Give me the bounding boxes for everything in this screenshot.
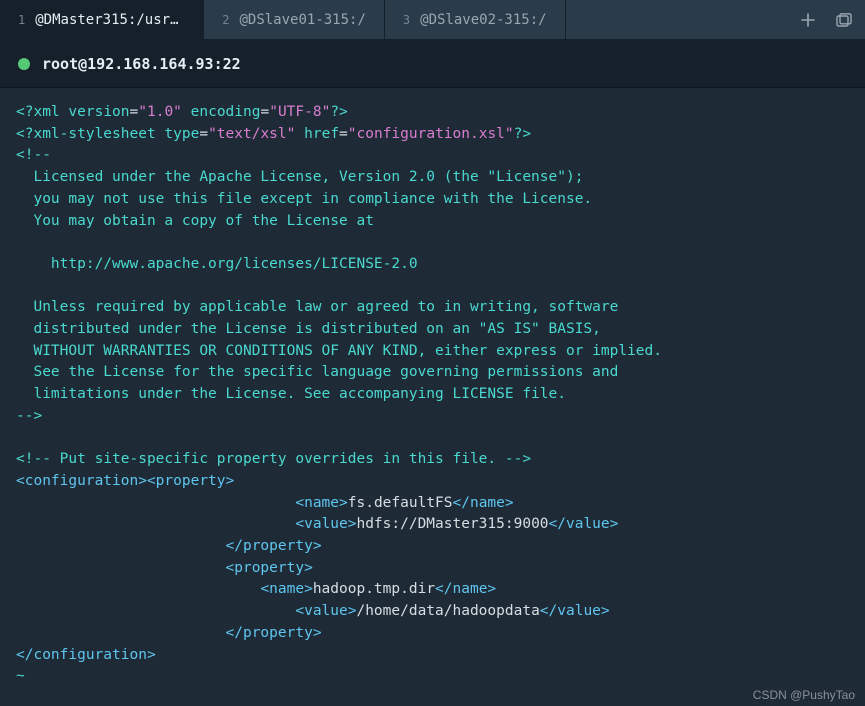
code-line: <?xml-stylesheet type="text/xsl" href="c… xyxy=(16,126,531,142)
session-host: root@192.168.164.93:22 xyxy=(42,55,241,73)
tab-2[interactable]: 2 @DSlave01-315:/ xyxy=(204,0,385,39)
comment-close: --> xyxy=(16,408,42,424)
tabs-overview-button[interactable] xyxy=(833,9,855,31)
comment-open: <!-- xyxy=(16,147,51,163)
license-line: distributed under the License is distrib… xyxy=(16,321,601,337)
code-line: </property> xyxy=(16,625,322,641)
tab-1[interactable]: 1 @DMaster315:/usr/loc... xyxy=(0,0,204,39)
window-icon xyxy=(836,13,852,27)
status-indicator xyxy=(18,58,30,70)
vim-empty-line: ~ xyxy=(16,668,25,684)
license-line: Licensed under the Apache License, Versi… xyxy=(16,169,583,185)
tab-index: 1 xyxy=(18,13,25,27)
site-comment: <!-- Put site-specific property override… xyxy=(16,451,531,467)
license-line: http://www.apache.org/licenses/LICENSE-2… xyxy=(16,256,418,272)
tab-3[interactable]: 3 @DSlave02-315:/ xyxy=(385,0,566,39)
code-line: </configuration> xyxy=(16,647,156,663)
code-line: </property> xyxy=(16,538,322,554)
plus-icon xyxy=(801,13,815,27)
tab-label: @DMaster315:/usr/loc... xyxy=(35,12,185,28)
code-line: <configuration><property> xyxy=(16,473,234,489)
code-line: <?xml version="1.0" encoding="UTF-8"?> xyxy=(16,104,348,120)
code-line: <property> xyxy=(16,560,313,576)
editor-viewport[interactable]: <?xml version="1.0" encoding="UTF-8"?> <… xyxy=(0,88,865,696)
code-line: <value>hdfs://DMaster315:9000</value> xyxy=(16,516,618,532)
license-line: Unless required by applicable law or agr… xyxy=(16,299,618,315)
license-line: WITHOUT WARRANTIES OR CONDITIONS OF ANY … xyxy=(16,343,662,359)
watermark: CSDN @PushyTao xyxy=(753,688,855,702)
license-line: you may not use this file except in comp… xyxy=(16,191,592,207)
code-line: <value>/home/data/hadoopdata</value> xyxy=(16,603,610,619)
tab-actions xyxy=(787,0,865,39)
session-bar: root@192.168.164.93:22 xyxy=(0,40,865,88)
license-line: You may obtain a copy of the License at xyxy=(16,213,374,229)
license-line: limitations under the License. See accom… xyxy=(16,386,566,402)
tab-label: @DSlave01-315:/ xyxy=(239,12,365,28)
tab-index: 2 xyxy=(222,13,229,27)
tab-label: @DSlave02-315:/ xyxy=(420,12,546,28)
license-line: See the License for the specific languag… xyxy=(16,364,618,380)
tab-index: 3 xyxy=(403,13,410,27)
code-line: <name>fs.defaultFS</name> xyxy=(16,495,514,511)
new-tab-button[interactable] xyxy=(797,9,819,31)
tab-bar: 1 @DMaster315:/usr/loc... 2 @DSlave01-31… xyxy=(0,0,865,40)
code-line: <name>hadoop.tmp.dir</name> xyxy=(16,581,496,597)
